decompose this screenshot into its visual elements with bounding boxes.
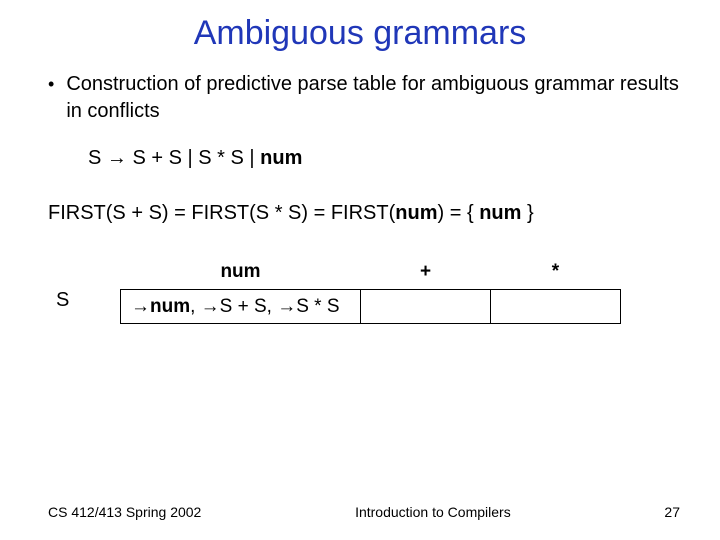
- slide-title: Ambiguous grammars: [0, 0, 720, 71]
- first-text-3: }: [527, 202, 534, 224]
- footer-page-number: 27: [664, 504, 680, 520]
- table-cell-star: [491, 289, 621, 324]
- grammar-rhs-num: num: [260, 147, 302, 169]
- parse-table: num + * →num, →S + S, →S * S: [120, 257, 621, 324]
- parse-table-wrap: S num + * →num, →S + S, →S * S: [48, 257, 680, 324]
- footer-title: Introduction to Compilers: [201, 504, 664, 520]
- grammar-rule: S → S + S | S * S | num: [48, 145, 680, 172]
- table-header-row: num + *: [121, 257, 621, 289]
- bullet-item: • Construction of predictive parse table…: [48, 71, 680, 125]
- cell-seg2: S + S,: [220, 296, 272, 317]
- first-num-2: num: [479, 202, 521, 224]
- cell-num-tail: ,: [190, 296, 195, 317]
- table-header-plus: +: [361, 257, 491, 289]
- table-row: →num, →S + S, →S * S: [121, 289, 621, 324]
- arrow-icon: →: [201, 296, 220, 317]
- cell-num-bold: num: [150, 296, 190, 317]
- footer-course: CS 412/413 Spring 2002: [48, 504, 201, 520]
- table-cell-plus: [361, 289, 491, 324]
- arrow-icon: →: [131, 296, 150, 317]
- cell-seg3: S * S: [296, 296, 339, 317]
- bullet-dot-icon: •: [48, 71, 54, 125]
- grammar-rhs-part: S + S | S * S |: [132, 147, 254, 169]
- arrow-icon: →: [107, 147, 127, 169]
- arrow-icon: →: [277, 296, 296, 317]
- first-text-1: FIRST(S + S) = FIRST(S * S) = FIRST(: [48, 202, 395, 224]
- table-cell-num: →num, →S + S, →S * S: [121, 289, 361, 324]
- table-header-num: num: [121, 257, 361, 289]
- first-text-2: ) = {: [437, 202, 473, 224]
- first-sets-line: FIRST(S + S) = FIRST(S * S) = FIRST(num)…: [48, 200, 680, 227]
- slide-footer: CS 412/413 Spring 2002 Introduction to C…: [0, 504, 720, 520]
- table-row-label: S: [56, 257, 120, 314]
- bullet-text: Construction of predictive parse table f…: [66, 71, 680, 125]
- first-num-1: num: [395, 202, 437, 224]
- slide-content: • Construction of predictive parse table…: [0, 71, 720, 324]
- table-header-star: *: [491, 257, 621, 289]
- grammar-lhs: S: [88, 147, 101, 169]
